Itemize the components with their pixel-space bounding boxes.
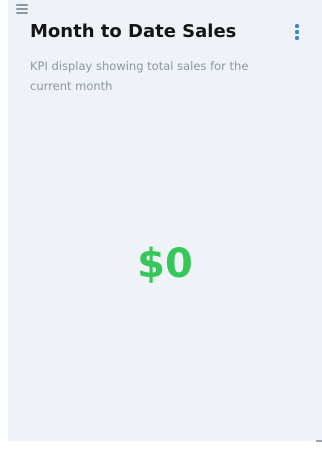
kebab-menu-icon[interactable] xyxy=(292,24,302,40)
drag-handle-icon[interactable] xyxy=(16,4,28,14)
kpi-widget-card: Month to Date Sales KPI display showing … xyxy=(8,0,322,441)
resize-handle[interactable] xyxy=(316,440,322,442)
widget-title: Month to Date Sales xyxy=(30,21,237,42)
kpi-value: $0 xyxy=(137,241,193,287)
widget-description: KPI display showing total sales for the … xyxy=(30,59,249,93)
